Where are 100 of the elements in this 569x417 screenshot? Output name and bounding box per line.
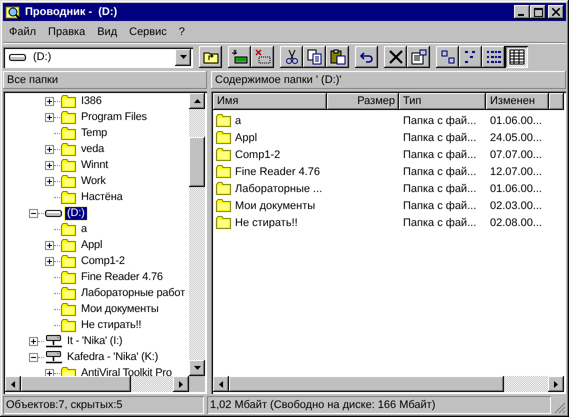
file-date: 07.07.00... [490,148,542,160]
up-arrow-icon [194,99,200,103]
folder-icon [61,94,77,108]
file-date: 01.06.00... [490,114,542,126]
horizontal-scrollbar[interactable] [5,376,205,392]
collapse-icon[interactable] [29,208,38,218]
file-name[interactable]: Comp1-2 [235,148,280,160]
up-button[interactable] [199,46,222,68]
resize-grip[interactable] [554,402,566,414]
folder-icon [61,270,77,284]
large-button[interactable] [436,46,459,68]
tree-item[interactable]: Fine Reader 4.76 [79,270,165,284]
details-button[interactable] [505,46,528,68]
list-button[interactable] [482,46,505,68]
expand-icon[interactable] [45,368,54,376]
column-header[interactable]: Тип [399,93,486,110]
tree-item[interactable]: Appl [79,238,104,252]
undo-button[interactable] [355,46,378,68]
dropdown-button[interactable] [175,48,191,66]
file-name[interactable]: Appl [235,132,258,144]
folder-icon [61,222,77,236]
tree-item[interactable]: Настёна [79,190,125,204]
expand-icon[interactable] [45,144,54,154]
folder-icon [216,182,232,195]
delete-icon [388,49,404,65]
expand-icon[interactable] [45,240,54,250]
folder-icon [61,238,77,252]
tree-item[interactable]: a [79,222,89,236]
maximize-icon [534,8,542,16]
expand-icon[interactable] [45,96,54,106]
tree-item[interactable]: Не стирать!! [79,318,144,332]
minimize-button[interactable] [514,5,530,19]
menu-item[interactable]: Сервис [123,26,173,38]
tree-item[interactable]: Work [79,174,108,188]
collapse-icon[interactable] [29,352,38,362]
file-date: 02.03.00... [490,200,542,212]
column-header[interactable]: Изменен [486,93,549,110]
expand-icon[interactable] [45,112,54,122]
status-panel: Объектов:7, скрытых:5 [3,396,204,414]
folder-icon [216,114,232,127]
file-name[interactable]: Fine Reader 4.76 [235,166,320,178]
cut-button[interactable] [280,46,303,68]
scrollbar-corner [189,376,205,392]
file-name[interactable]: Не стирать!! [235,216,298,228]
file-date: 01.06.00... [490,182,542,194]
file-date: 24.05.00... [490,132,542,144]
expand-icon[interactable] [29,336,38,346]
file-type: Папка с фай... [403,200,476,212]
copy-icon [306,49,322,65]
menu-item[interactable]: Файл [3,26,42,38]
tree-item[interactable]: Comp1-2 [79,254,127,268]
disconnect-icon [254,49,270,65]
file-name[interactable]: Лабораторные ... [235,182,322,194]
folder-icon [216,148,232,161]
column-header[interactable]: Размер [327,93,399,110]
file-type: Папка с фай... [403,132,476,144]
paste-button[interactable] [326,46,349,68]
caret-icon [180,55,186,59]
column-header[interactable] [549,93,564,110]
tree-item[interactable]: AntiViral Toolkit Pro [79,366,174,376]
tree-item[interactable]: It - 'Nika' (I:) [65,334,124,348]
tree-item[interactable]: Winnt [79,158,110,172]
maximize-button[interactable] [530,5,546,19]
file-name[interactable]: a [235,114,242,126]
properties-button[interactable] [407,46,430,68]
map-button[interactable] [228,46,251,68]
menu-item[interactable]: ? [172,26,191,38]
delete-button[interactable] [384,46,407,68]
tree-item[interactable]: I386 [79,94,104,108]
tree-item[interactable]: veda [79,142,106,156]
vertical-scrollbar[interactable] [189,93,205,376]
expand-icon[interactable] [45,160,54,170]
column-header[interactable]: Имя [213,93,327,110]
menu-item[interactable]: Правка [42,26,92,38]
tree-item[interactable]: (D:) [65,206,87,220]
file-date: 12.07.00... [490,166,542,178]
close-icon [552,8,560,16]
menu-item[interactable]: Вид [91,26,124,38]
copy-button[interactable] [303,46,326,68]
disconnect-button[interactable] [251,46,274,68]
small-button[interactable] [459,46,482,68]
expand-icon[interactable] [45,256,54,266]
horizontal-scrollbar[interactable] [213,376,564,392]
close-button[interactable] [548,5,564,19]
address-combo[interactable]: (D:) [3,46,193,68]
tree-item[interactable]: Kafedra - 'Nika' (K:) [65,350,160,364]
down-arrow-icon [194,366,200,370]
expand-icon[interactable] [45,176,54,186]
tree-item[interactable]: Лабораторные работ [79,286,187,300]
tree-item[interactable]: Program Files [79,110,149,124]
folder-icon [61,110,77,124]
tree-item[interactable]: Temp [79,126,110,140]
tree-item[interactable]: Мои документы [79,302,161,316]
file-name[interactable]: Мои документы [235,200,316,212]
folder-icon [216,216,232,229]
drive-icon [9,52,27,62]
paste-icon [330,49,346,65]
file-type: Папка с фай... [403,166,476,178]
scrollbar-thumb[interactable] [189,137,205,187]
drive-icon [45,208,63,218]
